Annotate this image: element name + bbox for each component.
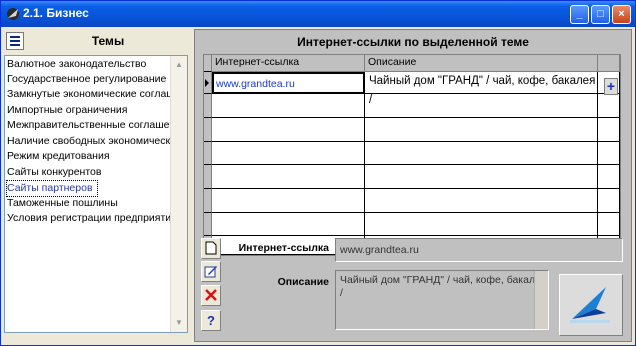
links-title: Интернет-ссылки по выделенной теме xyxy=(297,35,529,49)
links-grid[interactable]: Интернет-ссылка Описание www.grandtea.ru… xyxy=(203,54,621,256)
grid-cell[interactable] xyxy=(365,142,598,165)
grid-cell[interactable] xyxy=(212,165,365,189)
description-text: Чайный дом "ГРАНД" / чай, кофе, бакалея … xyxy=(340,274,547,299)
action-button[interactable] xyxy=(559,274,623,336)
column-header-url[interactable]: Интернет-ссылка xyxy=(212,55,365,72)
close-button[interactable]: × xyxy=(612,5,631,24)
grid-cell[interactable] xyxy=(212,94,365,118)
url-label: Интернет-ссылка xyxy=(238,242,329,254)
list-item[interactable]: Межправительственные соглашения xyxy=(7,118,187,133)
grid-cell xyxy=(598,213,620,236)
list-item-selected[interactable]: Сайты партнеров xyxy=(6,180,98,197)
row-indicator xyxy=(204,165,212,189)
main-window: 2.1. Бизнес _ □ × Темы Валютное законода… xyxy=(0,0,636,346)
grid-cell[interactable] xyxy=(212,213,365,236)
grid-cell[interactable] xyxy=(212,142,365,165)
add-row-button[interactable]: + xyxy=(604,78,618,95)
window-title: 2.1. Бизнес xyxy=(23,6,89,20)
list-item[interactable]: Условия регистрации предприятий xyxy=(7,211,177,226)
description-cell[interactable]: Чайный дом "ГРАНД" / чай, кофе, бакалея … xyxy=(365,72,598,106)
row-indicator xyxy=(204,72,212,94)
grid-cell[interactable] xyxy=(365,213,598,236)
url-cell[interactable]: www.grandtea.ru xyxy=(212,72,365,94)
list-item[interactable]: Государственное регулирование xyxy=(7,72,166,87)
maximize-button[interactable]: □ xyxy=(591,5,610,24)
list-item[interactable]: Валютное законодательство xyxy=(7,57,146,72)
grid-cell xyxy=(598,189,620,213)
row-indicator xyxy=(204,118,212,142)
edit-button[interactable] xyxy=(201,261,221,282)
grid-cell[interactable] xyxy=(365,165,598,189)
row-indicator xyxy=(204,142,212,165)
current-row-icon xyxy=(205,79,209,87)
delete-button[interactable] xyxy=(201,285,221,306)
grid-corner xyxy=(204,55,212,72)
scroll-up-icon[interactable]: ▲ xyxy=(172,58,186,72)
description-field[interactable]: Чайный дом "ГРАНД" / чай, кофе, бакалея … xyxy=(335,270,549,330)
grid-cell xyxy=(598,165,620,189)
minimize-button[interactable]: _ xyxy=(570,5,589,24)
grid-cell[interactable] xyxy=(212,118,365,142)
scroll-down-icon[interactable]: ▼ xyxy=(172,316,186,330)
app-icon xyxy=(7,8,19,20)
row-indicator xyxy=(204,94,212,118)
row-indicator xyxy=(204,213,212,236)
url-field[interactable]: www.grandtea.ru xyxy=(335,238,623,262)
list-item[interactable]: Замкнутые экономические соглашения xyxy=(7,87,187,102)
links-panel: Интернет-ссылки по выделенной теме Интер… xyxy=(194,29,632,342)
edit-icon xyxy=(204,266,217,278)
list-item[interactable]: Таможенные пошлины xyxy=(7,196,118,211)
list-item[interactable]: Режим кредитования xyxy=(7,149,110,164)
triangle-icon xyxy=(570,287,610,323)
grid-cell[interactable] xyxy=(212,189,365,213)
grid-cell xyxy=(598,94,620,118)
list-item[interactable]: Сайты конкурентов xyxy=(7,165,101,180)
column-header-description[interactable]: Описание xyxy=(365,55,598,72)
delete-icon xyxy=(205,289,217,301)
themes-title: Темы xyxy=(91,34,125,48)
grid-cell[interactable] xyxy=(365,118,598,142)
list-item[interactable]: Наличие свободных экономических зон xyxy=(7,134,187,149)
themes-header: Темы xyxy=(4,31,190,53)
row-indicator xyxy=(204,189,212,213)
help-button[interactable]: ? xyxy=(201,310,221,331)
themes-list[interactable]: Валютное законодательство Государственно… xyxy=(4,55,188,333)
grid-cell[interactable] xyxy=(365,94,598,118)
themes-scrollbar[interactable]: ▲ ▼ xyxy=(170,56,187,332)
grid-cell[interactable] xyxy=(365,189,598,213)
new-document-button[interactable] xyxy=(201,238,221,259)
new-document-icon xyxy=(205,241,217,255)
column-header-extra xyxy=(598,55,620,72)
description-scrollbar[interactable] xyxy=(534,271,548,329)
menu-icon[interactable] xyxy=(6,32,24,50)
list-item[interactable]: Импортные ограничения xyxy=(7,103,127,118)
grid-cell xyxy=(598,142,620,165)
grid-cell xyxy=(598,118,620,142)
description-label: Описание xyxy=(277,276,329,288)
title-bar[interactable]: 2.1. Бизнес _ □ × xyxy=(1,1,635,27)
